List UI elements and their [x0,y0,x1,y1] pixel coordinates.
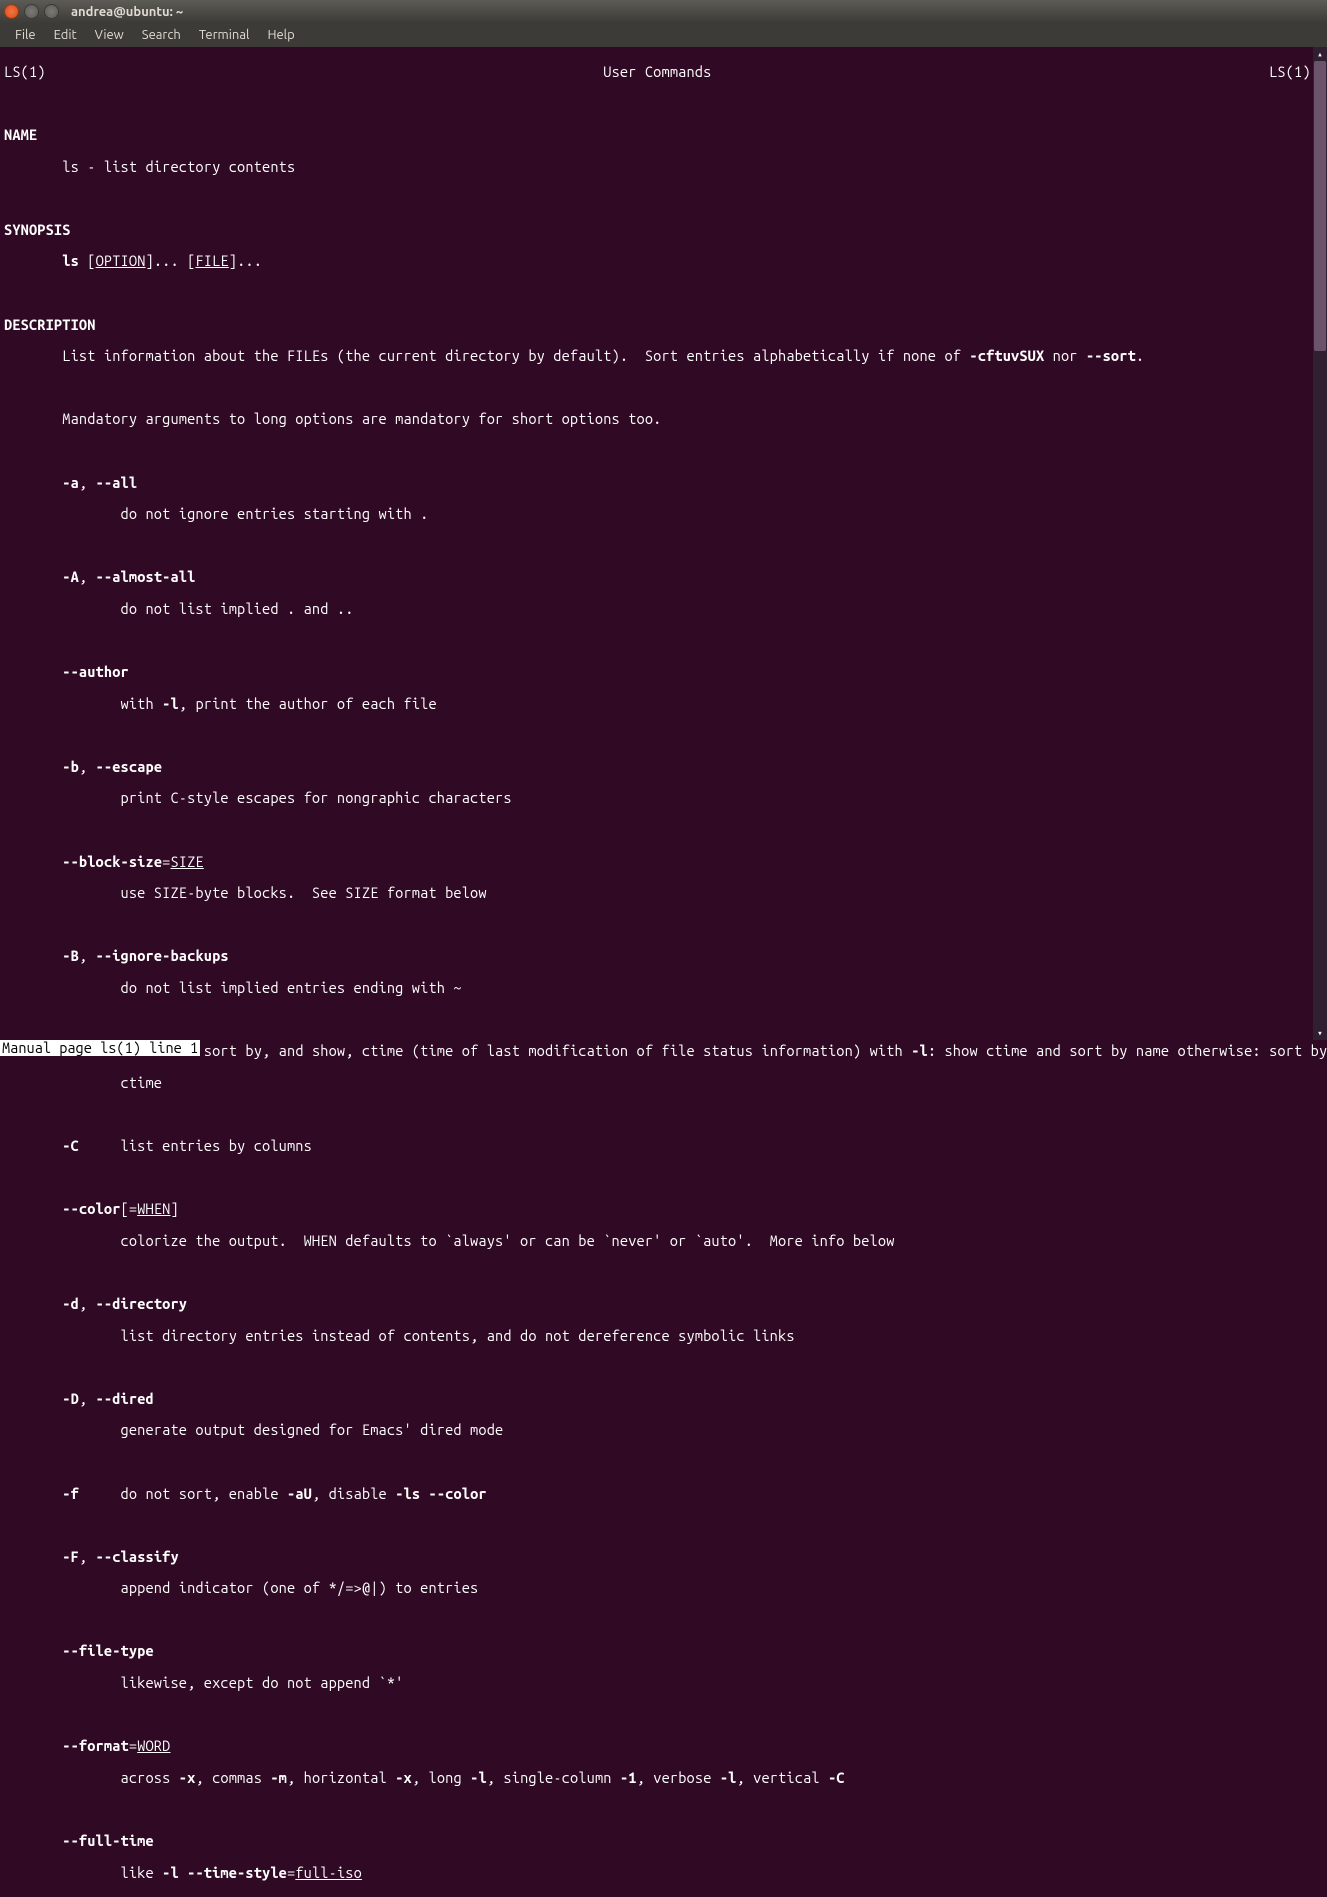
menu-file[interactable]: File [6,25,45,45]
menu-edit[interactable]: Edit [45,25,86,45]
opt-author: --author [4,664,1323,680]
titlebar: andrea@ubuntu: ~ [0,0,1327,23]
window-title: andrea@ubuntu: ~ [71,5,183,19]
section-synopsis: SYNOPSIS [4,222,1323,238]
terminal-content[interactable]: LS(1) User Commands LS(1) NAME ls - list… [0,47,1327,1897]
section-description: DESCRIPTION [4,317,1323,333]
opt-blocksize: --block-size=SIZE [4,854,1323,870]
opt-c: -c with -lt: sort by, and show, ctime (t… [4,1043,1323,1059]
man-header: LS(1) User Commands LS(1) [4,64,1323,80]
opt-A: -A, --almost-all [4,569,1323,585]
section-name: NAME [4,127,1323,143]
opt-D: -D, --dired [4,1391,1323,1407]
opt-a: -a, --all [4,475,1323,491]
scrollbar-thumb[interactable] [1314,61,1326,351]
status-line: Manual page ls(1) line 1 [0,1040,200,1056]
window-controls [4,4,59,19]
menubar: File Edit View Search Terminal Help [0,23,1327,47]
minimize-icon[interactable] [24,4,39,19]
menu-terminal[interactable]: Terminal [190,25,259,45]
opt-color: --color[=WHEN] [4,1201,1323,1217]
opt-C: -C list entries by columns [4,1138,1323,1154]
maximize-icon[interactable] [44,4,59,19]
desc-line-2: Mandatory arguments to long options are … [4,411,1323,427]
menu-view[interactable]: View [86,25,133,45]
opt-F: -F, --classify [4,1549,1323,1565]
scroll-up-icon[interactable]: ▴ [1313,47,1327,61]
opt-filetype: --file-type [4,1643,1323,1659]
opt-format: --format=WORD [4,1738,1323,1754]
synopsis-line: ls [OPTION]... [FILE]... [4,253,1323,269]
scroll-down-icon[interactable]: ▾ [1313,1026,1327,1040]
menu-help[interactable]: Help [258,25,303,45]
opt-f: -f do not sort, enable -aU, disable -ls … [4,1486,1323,1502]
scrollbar[interactable]: ▴ ▾ [1313,47,1327,1040]
opt-d: -d, --directory [4,1296,1323,1312]
opt-b: -b, --escape [4,759,1323,775]
name-line: ls - list directory contents [4,159,1323,175]
desc-line-1: List information about the FILEs (the cu… [4,348,1323,364]
scrollbar-track[interactable] [1313,61,1327,1026]
opt-B: -B, --ignore-backups [4,948,1323,964]
close-icon[interactable] [4,4,19,19]
opt-fulltime: --full-time [4,1833,1323,1849]
menu-search[interactable]: Search [133,25,190,45]
